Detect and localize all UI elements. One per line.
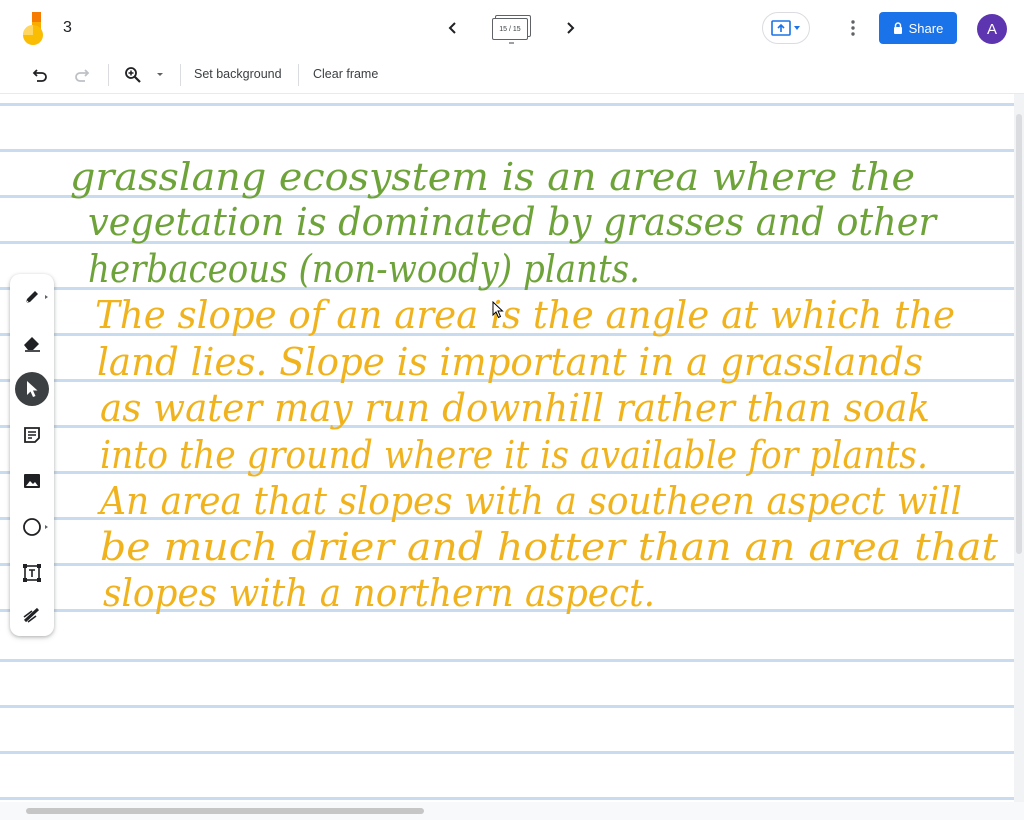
tool-options-caret <box>45 295 48 299</box>
select-arrow-icon <box>27 381 38 397</box>
zoom-in-icon <box>125 67 141 83</box>
handwritten-notes: grasslang ecosystem is an area where the… <box>70 155 999 615</box>
eraser-icon <box>24 337 40 352</box>
undo-button[interactable] <box>28 63 52 87</box>
undo-icon <box>32 69 47 82</box>
share-button[interactable]: Share <box>879 12 957 44</box>
account-avatar[interactable]: A <box>977 14 1007 44</box>
image-tool-button[interactable] <box>15 464 49 498</box>
toolbar-divider <box>108 64 109 86</box>
chevron-right-icon <box>567 22 575 34</box>
lock-icon <box>893 22 902 34</box>
pen-icon <box>25 291 38 304</box>
green-line-2: vegetation is dominated by grasses and o… <box>88 200 939 244</box>
circle-icon <box>23 518 41 536</box>
horizontal-scroll-thumb[interactable] <box>26 808 424 814</box>
tool-options-caret <box>45 525 48 529</box>
green-line-1: grasslang ecosystem is an area where the <box>70 155 915 199</box>
share-label: Share <box>908 20 944 36</box>
yellow-line-4: into the ground where it is available fo… <box>100 433 928 477</box>
image-icon <box>24 474 40 488</box>
yellow-line-6: be much drier and hotter than an area th… <box>100 525 999 569</box>
set-background-button[interactable]: Set background <box>194 67 282 81</box>
side-tool-palette <box>10 274 54 636</box>
yellow-line-2: land lies. Slope is important in a grass… <box>97 340 923 384</box>
laser-icon <box>23 607 40 623</box>
frame-bar-toggle[interactable]: 15 / 15 <box>491 14 533 44</box>
whiteboard-canvas[interactable]: grasslang ecosystem is an area where the… <box>0 94 1014 802</box>
sticky-note-icon <box>24 427 40 443</box>
select-tool-button[interactable] <box>15 372 49 406</box>
vertical-scrollbar[interactable] <box>1014 94 1024 802</box>
mouse-cursor-icon <box>492 301 504 319</box>
yellow-line-7: slopes with a northern aspect. <box>103 571 655 615</box>
zoom-dropdown-button[interactable] <box>150 63 170 87</box>
chevron-left-icon <box>448 22 456 34</box>
pen-tool-button[interactable] <box>15 280 49 314</box>
more-vert-icon <box>851 20 855 36</box>
caret-down-icon <box>157 73 163 76</box>
more-options-button[interactable] <box>841 16 865 40</box>
clear-frame-button[interactable]: Clear frame <box>313 67 378 81</box>
shape-tool-button[interactable] <box>15 510 49 544</box>
next-frame-button[interactable] <box>558 16 582 40</box>
vertical-scroll-thumb[interactable] <box>1016 114 1022 554</box>
laser-tool-button[interactable] <box>15 598 49 632</box>
jamboard-logo <box>20 12 46 46</box>
previous-frame-button[interactable] <box>441 16 465 40</box>
horizontal-scrollbar[interactable] <box>0 802 1024 820</box>
toolbar-divider <box>298 64 299 86</box>
present-icon <box>771 20 800 36</box>
document-title[interactable]: 3 <box>63 19 72 37</box>
present-button[interactable] <box>762 12 810 44</box>
green-line-3: herbaceous (non-woody) plants. <box>88 247 640 291</box>
yellow-line-3: as water may run downhill rather than so… <box>100 386 930 430</box>
text-box-tool-button[interactable] <box>15 556 49 590</box>
edit-toolbar: Set background Clear frame <box>0 56 1024 94</box>
frame-counter-label: 15 / 15 <box>492 18 528 40</box>
yellow-line-5: An area that slopes with a southeen aspe… <box>97 479 962 523</box>
redo-icon <box>75 69 90 82</box>
zoom-button[interactable] <box>121 63 145 87</box>
toolbar-divider <box>180 64 181 86</box>
eraser-tool-button[interactable] <box>15 326 49 360</box>
yellow-line-1: The slope of an area is the angle at whi… <box>95 293 955 337</box>
text-box-icon <box>23 564 41 582</box>
sticky-note-tool-button[interactable] <box>15 418 49 452</box>
redo-button[interactable] <box>70 63 94 87</box>
expand-indicator <box>509 42 514 44</box>
top-bar: 3 15 / 15 Share A <box>0 0 1024 56</box>
